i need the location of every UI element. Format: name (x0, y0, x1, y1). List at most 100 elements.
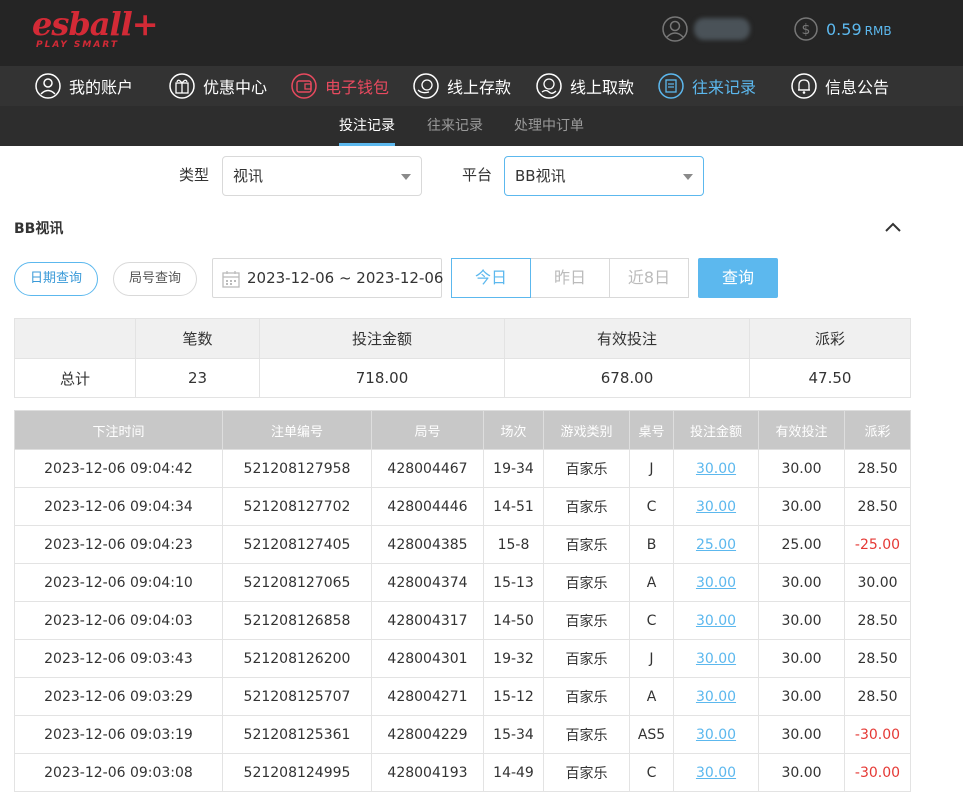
cell-valid-bet: 30.00 (758, 601, 845, 640)
bet-records-table: 下注时间 注单编号 局号 场次 游戏类别 桌号 投注金额 有效投注 派彩 202… (14, 410, 911, 792)
header-table-no: 桌号 (629, 410, 674, 450)
bet-amount-link[interactable]: 30.00 (696, 613, 736, 629)
cell-bet-time: 2023-12-06 09:03:19 (14, 715, 223, 754)
cell-table-no: B (629, 525, 674, 564)
type-select-value: 视讯 (233, 167, 264, 185)
nav-label: 信息公告 (825, 78, 890, 97)
cell-valid-bet: 25.00 (758, 525, 845, 564)
cell-payout: 28.50 (844, 639, 911, 678)
nav-transaction-records[interactable]: 往来记录 (658, 66, 756, 106)
table-row: 2023-12-06 09:04:23 521208127405 428004385… (14, 525, 911, 564)
nav-my-account[interactable]: 我的账户 (35, 66, 133, 106)
chevron-up-icon[interactable] (882, 218, 904, 236)
tab-pending-orders[interactable]: 处理中订单 (514, 106, 584, 146)
nav-label: 线上取款 (570, 78, 635, 97)
header-round-id: 局号 (371, 410, 484, 450)
nav-promotions[interactable]: 优惠中心 (169, 66, 267, 106)
cell-bet-time: 2023-12-06 09:04:10 (14, 563, 223, 602)
cell-round-id: 428004301 (371, 639, 484, 678)
table-row: 2023-12-06 09:03:19 521208125361 428004229… (14, 715, 911, 754)
cell-round-id: 428004446 (371, 487, 484, 526)
username-redacted (694, 18, 750, 40)
summary-header-blank (14, 318, 136, 359)
cell-table-no: C (629, 487, 674, 526)
cell-order-id: 521208126200 (222, 639, 372, 678)
cell-session: 14-49 (483, 753, 544, 792)
summary-header-bet-amount: 投注金额 (259, 318, 505, 359)
table-row: 2023-12-06 09:04:03 521208126858 428004317… (14, 601, 911, 640)
summary-total-label: 总计 (14, 358, 136, 398)
header-bet-amount: 投注金额 (673, 410, 759, 450)
cell-table-no: AS5 (629, 715, 674, 754)
cell-game-type: 百家乐 (543, 715, 630, 754)
header-game-type: 游戏类别 (543, 410, 630, 450)
table-row: 2023-12-06 09:04:34 521208127702 428004446… (14, 487, 911, 526)
bet-amount-link[interactable]: 30.00 (696, 461, 736, 477)
cell-bet-amount: 30.00 (673, 715, 759, 754)
date-range-value: 2023-12-06 ~ 2023-12-06 (247, 269, 444, 287)
cell-game-type: 百家乐 (543, 525, 630, 564)
type-select[interactable]: 视讯 (222, 156, 422, 196)
header-valid-bet: 有效投注 (758, 410, 845, 450)
date-query-button[interactable]: 日期查询 (14, 262, 98, 296)
main-nav: 我的账户 优惠中心 电子钱包 线上存款 线上取款 往来记录 信息公告 (0, 66, 963, 106)
records-body: 2023-12-06 09:04:42 521208127958 428004467… (14, 449, 911, 792)
nav-label: 优惠中心 (203, 78, 268, 97)
cell-valid-bet: 30.00 (758, 449, 845, 488)
cell-order-id: 521208126858 (222, 601, 372, 640)
user-avatar-icon[interactable] (662, 16, 688, 42)
bet-amount-link[interactable]: 25.00 (696, 537, 736, 553)
cell-payout: 28.50 (844, 449, 911, 488)
cell-payout: -30.00 (844, 753, 911, 792)
records-icon (658, 73, 684, 99)
nav-online-deposit[interactable]: 线上存款 (413, 66, 511, 106)
bet-amount-link[interactable]: 30.00 (696, 575, 736, 591)
query-button[interactable]: 查询 (698, 258, 778, 298)
cell-bet-amount: 30.00 (673, 449, 759, 488)
header-order-id: 注单编号 (222, 410, 372, 450)
bet-amount-link[interactable]: 30.00 (696, 499, 736, 515)
cell-valid-bet: 30.00 (758, 639, 845, 678)
cell-payout: -25.00 (844, 525, 911, 564)
tab-bet-records[interactable]: 投注记录 (339, 106, 395, 146)
header-bet-time: 下注时间 (14, 410, 223, 450)
bet-amount-link[interactable]: 30.00 (696, 689, 736, 705)
nav-announcements[interactable]: 信息公告 (791, 66, 889, 106)
header-payout: 派彩 (844, 410, 911, 450)
nav-e-wallet[interactable]: 电子钱包 (291, 66, 389, 106)
last-8-days-button[interactable]: 近8日 (609, 258, 689, 298)
platform-select[interactable]: BB视讯 (504, 156, 704, 196)
cell-order-id: 521208124995 (222, 753, 372, 792)
bet-amount-link[interactable]: 30.00 (696, 765, 736, 781)
cell-bet-amount: 30.00 (673, 753, 759, 792)
bet-amount-link[interactable]: 30.00 (696, 651, 736, 667)
cell-round-id: 428004229 (371, 715, 484, 754)
nav-label: 线上存款 (447, 78, 512, 97)
yesterday-button[interactable]: 昨日 (530, 258, 610, 298)
chevron-down-icon (401, 174, 411, 180)
balance-currency: RMB (864, 24, 892, 38)
cell-session: 19-34 (483, 449, 544, 488)
cell-bet-amount: 30.00 (673, 487, 759, 526)
cell-session: 15-12 (483, 677, 544, 716)
wallet-icon (291, 73, 317, 99)
nav-label: 我的账户 (69, 78, 134, 97)
summary-header-row: 笔数 投注金额 有效投注 派彩 (14, 318, 911, 359)
cell-game-type: 百家乐 (543, 449, 630, 488)
sub-nav: 投注记录 往来记录 处理中订单 (0, 106, 963, 146)
round-query-button[interactable]: 局号查询 (113, 262, 197, 296)
summary-total-row: 总计 23 718.00 678.00 47.50 (14, 358, 911, 398)
tab-transaction-records[interactable]: 往来记录 (427, 106, 483, 146)
summary-header-valid-bet: 有效投注 (504, 318, 750, 359)
cell-table-no: A (629, 563, 674, 602)
cell-game-type: 百家乐 (543, 601, 630, 640)
cell-bet-amount: 25.00 (673, 525, 759, 564)
nav-label: 往来记录 (692, 78, 757, 97)
bet-amount-link[interactable]: 30.00 (696, 727, 736, 743)
date-range-picker[interactable]: 2023-12-06 ~ 2023-12-06 (212, 258, 444, 298)
brand-logo[interactable]: esball+ PLAY SMART (32, 6, 159, 54)
logo-tagline: PLAY SMART (36, 40, 119, 50)
nav-online-withdraw[interactable]: 线上取款 (536, 66, 634, 106)
today-button[interactable]: 今日 (451, 258, 531, 298)
cell-valid-bet: 30.00 (758, 487, 845, 526)
